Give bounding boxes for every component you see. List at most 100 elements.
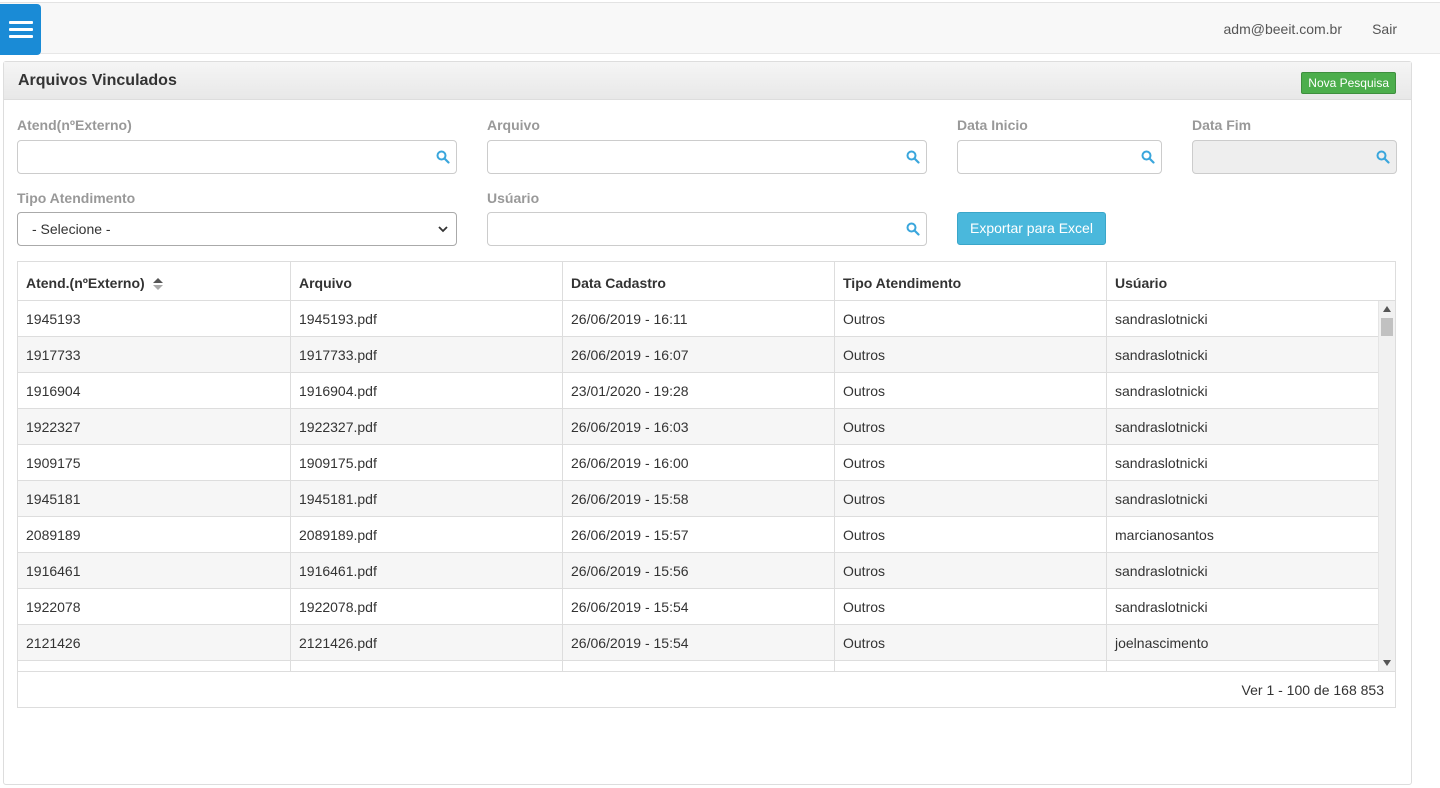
- cell-usuario: sandraslotnicki: [1115, 419, 1208, 435]
- table-row[interactable]: 1916904 1916904.pdf 23/01/2020 - 19:28 O…: [18, 373, 1378, 409]
- column-header-usuario[interactable]: Usúario: [1107, 262, 1378, 301]
- cell-usuario: sandraslotnicki: [1115, 311, 1208, 327]
- cell-arquivo: 1922078.pdf: [291, 589, 563, 625]
- search-icon[interactable]: [1141, 150, 1155, 164]
- cell-atend: 1945193: [18, 301, 291, 337]
- cell-usuario: sandraslotnicki: [1115, 347, 1208, 363]
- user-email: adm@beeit.com.br: [1223, 21, 1342, 37]
- cell-data-cadastro: 26/06/2019 - 15:56: [563, 553, 835, 589]
- menu-bar-icon: [8, 21, 33, 24]
- pager-info: Ver 1 - 100 de 168 853: [1241, 682, 1384, 698]
- menu-bar-icon: [8, 35, 33, 38]
- cell-tipo-atendimento: Outros: [835, 481, 1107, 517]
- results-grid: Atend.(nºExterno) Arquivo Data Cadastro …: [17, 261, 1396, 708]
- column-header-label: Usúario: [1115, 275, 1168, 291]
- column-header-atend[interactable]: Atend.(nºExterno): [18, 262, 291, 301]
- vertical-scrollbar[interactable]: [1378, 301, 1395, 671]
- data-inicio-label: Data Inicio: [957, 117, 1028, 133]
- hamburger-menu-button[interactable]: [0, 4, 41, 55]
- table-row[interactable]: 1916461 1916461.pdf 26/06/2019 - 15:56 O…: [18, 553, 1378, 589]
- cell-data-cadastro: 26/06/2019 - 15:58: [563, 481, 835, 517]
- logout-link[interactable]: Sair: [1372, 21, 1397, 37]
- cell-usuario: marcianosantos: [1115, 527, 1214, 543]
- usuario-label: Usúario: [487, 190, 540, 206]
- cell-usuario: sandraslotnicki: [1115, 491, 1208, 507]
- cell-atend: 2089189: [18, 517, 291, 553]
- cell-usuario: sandraslotnicki: [1115, 383, 1208, 399]
- table-row[interactable]: 1909175 1909175.pdf 26/06/2019 - 16:00 O…: [18, 445, 1378, 481]
- data-fim-input[interactable]: [1192, 140, 1397, 174]
- cell-arquivo: 1916904.pdf: [291, 373, 563, 409]
- column-header-label: Data Cadastro: [571, 275, 666, 291]
- column-header-data-cadastro[interactable]: Data Cadastro: [563, 262, 835, 301]
- atend-input[interactable]: [17, 140, 457, 174]
- cell-arquivo: 1922327.pdf: [291, 409, 563, 445]
- table-row[interactable]: 2089189 2089189.pdf 26/06/2019 - 15:57 O…: [18, 517, 1378, 553]
- arquivo-input[interactable]: [487, 140, 927, 174]
- table-row[interactable]: 1945193 1945193.pdf 26/06/2019 - 16:11 O…: [18, 301, 1378, 337]
- export-excel-button[interactable]: Exportar para Excel: [957, 212, 1106, 245]
- tipo-atendimento-select[interactable]: - Selecione -: [17, 212, 457, 246]
- menu-bar-icon: [8, 28, 33, 31]
- cell-arquivo: 1916461.pdf: [291, 553, 563, 589]
- column-header-tipo-atendimento[interactable]: Tipo Atendimento: [835, 262, 1107, 301]
- table-row[interactable]: 1917733 1917733.pdf 26/06/2019 - 16:07 O…: [18, 337, 1378, 373]
- cell-atend: 1945181: [18, 481, 291, 517]
- cell-usuario: joelnascimento: [1115, 635, 1209, 651]
- cell-tipo-atendimento: Outros: [835, 445, 1107, 481]
- cell-data-cadastro: 26/06/2019 - 16:03: [563, 409, 835, 445]
- cell-usuario: sandraslotnicki: [1115, 599, 1208, 615]
- arquivo-label: Arquivo: [487, 117, 540, 133]
- search-icon[interactable]: [906, 150, 920, 164]
- cell-tipo-atendimento: Outros: [835, 517, 1107, 553]
- scroll-down-arrow-icon[interactable]: [1383, 660, 1391, 666]
- new-search-button[interactable]: Nova Pesquisa: [1301, 72, 1396, 94]
- table-row[interactable]: 1922327 1922327.pdf 26/06/2019 - 16:03 O…: [18, 409, 1378, 445]
- column-header-label: Atend.(nºExterno): [26, 275, 145, 291]
- cell-data-cadastro: 23/01/2020 - 19:28: [563, 373, 835, 409]
- cell-data-cadastro: 26/06/2019 - 16:11: [563, 301, 835, 337]
- search-icon[interactable]: [436, 150, 450, 164]
- table-row[interactable]: 1922078 1922078.pdf 26/06/2019 - 15:54 O…: [18, 589, 1378, 625]
- usuario-input[interactable]: [487, 212, 927, 246]
- column-header-label: Tipo Atendimento: [843, 275, 962, 291]
- cell-tipo-atendimento: Outros: [835, 409, 1107, 445]
- sort-icon[interactable]: [152, 277, 163, 291]
- search-icon[interactable]: [1376, 150, 1390, 164]
- tipo-atendimento-value: - Selecione -: [32, 221, 111, 237]
- cell-atend: 1916461: [18, 553, 291, 589]
- cell-arquivo: 1945181.pdf: [291, 481, 563, 517]
- cell-arquivo: 1909175.pdf: [291, 445, 563, 481]
- header-scroll-corner: [1378, 262, 1395, 301]
- search-icon[interactable]: [906, 222, 920, 236]
- cell-atend: 1916904: [18, 373, 291, 409]
- cell-usuario: [1107, 661, 1378, 671]
- cell-arquivo: 2121426.pdf: [291, 625, 563, 661]
- page-title: Arquivos Vinculados: [18, 72, 177, 89]
- cell-arquivo: [291, 661, 563, 671]
- column-header-arquivo[interactable]: Arquivo: [291, 262, 563, 301]
- cell-usuario: sandraslotnicki: [1115, 455, 1208, 471]
- data-fim-label: Data Fim: [1192, 117, 1252, 133]
- table-row[interactable]: [18, 661, 1378, 671]
- cell-atend: [18, 661, 291, 671]
- grid-body: 1945193 1945193.pdf 26/06/2019 - 16:11 O…: [18, 301, 1378, 671]
- cell-tipo-atendimento: Outros: [835, 589, 1107, 625]
- cell-atend: 1917733: [18, 337, 291, 373]
- chevron-down-icon: [438, 226, 448, 233]
- atend-label: Atend(nºExterno): [17, 117, 132, 133]
- column-header-label: Arquivo: [299, 275, 352, 291]
- cell-arquivo: 2089189.pdf: [291, 517, 563, 553]
- table-row[interactable]: 2121426 2121426.pdf 26/06/2019 - 15:54 O…: [18, 625, 1378, 661]
- scrollbar-thumb[interactable]: [1381, 318, 1393, 336]
- table-row[interactable]: 1945181 1945181.pdf 26/06/2019 - 15:58 O…: [18, 481, 1378, 517]
- scroll-up-arrow-icon[interactable]: [1383, 306, 1391, 312]
- cell-tipo-atendimento: Outros: [835, 553, 1107, 589]
- top-navbar: adm@beeit.com.br Sair: [0, 2, 1440, 55]
- cell-data-cadastro: 26/06/2019 - 16:07: [563, 337, 835, 373]
- cell-atend: 1922327: [18, 409, 291, 445]
- cell-atend: 1922078: [18, 589, 291, 625]
- tipo-atendimento-label: Tipo Atendimento: [17, 190, 136, 206]
- data-inicio-input[interactable]: [957, 140, 1162, 174]
- cell-tipo-atendimento: [835, 661, 1107, 671]
